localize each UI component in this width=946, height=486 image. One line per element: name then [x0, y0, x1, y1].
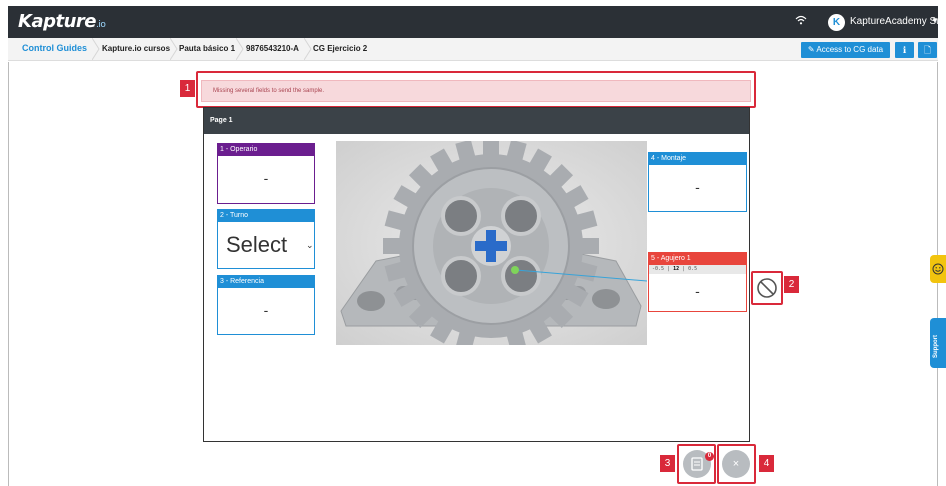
breadcrumb-cg-ejercicio[interactable]: CG Ejercicio 2 — [313, 44, 367, 53]
wifi-icon — [795, 15, 807, 28]
kapture-logo[interactable]: Kapture.io — [18, 11, 106, 32]
chevron-down-icon: ⌄ — [306, 240, 314, 250]
turno-select[interactable]: Select ⌄ — [218, 232, 314, 258]
close-button[interactable]: × — [722, 450, 750, 478]
breadcrumb-separator-icon — [235, 37, 244, 61]
field-referencia-value: - — [263, 302, 269, 318]
chevron-down-icon[interactable]: ▼ — [931, 16, 939, 25]
smile-icon — [932, 263, 944, 275]
highlight-box-1 — [196, 71, 756, 108]
support-tab[interactable]: Support — [930, 318, 946, 368]
field-operario[interactable]: 1 - Operario - — [217, 143, 315, 204]
access-cg-data-label: Access to CG data — [816, 45, 884, 54]
gear-photo — [336, 141, 647, 345]
pending-count-badge: 0 — [705, 452, 714, 461]
breadcrumb-separator-icon — [91, 37, 100, 61]
access-cg-data-button[interactable]: ✎ Access to CG data — [801, 42, 890, 58]
feedback-smile-button[interactable] — [930, 255, 946, 283]
field-turno[interactable]: 2 - Turno Select ⌄ — [217, 209, 315, 269]
field-referencia[interactable]: 3 - Referencia - — [217, 275, 315, 335]
logo-suffix: .io — [95, 20, 106, 30]
field-agujero-value: - — [695, 283, 700, 299]
top-navbar: Kapture.io K KaptureAcademy Support ▼ — [8, 6, 946, 38]
support-label: Support — [933, 335, 939, 358]
field-referencia-label: 3 - Referencia — [218, 276, 314, 288]
field-montaje-value: - — [695, 179, 700, 195]
breadcrumb-separator-icon — [169, 37, 178, 61]
tolerance-nominal: 12 — [673, 266, 680, 272]
field-montaje[interactable]: 4 - Montaje - — [648, 152, 747, 212]
breadcrumb-separator-icon — [303, 37, 312, 61]
breadcrumb-control-guides[interactable]: Control Guides — [22, 43, 87, 53]
turno-select-value: Select — [226, 232, 288, 257]
block-icon[interactable] — [756, 277, 778, 304]
breadcrumb-kapture-cursos[interactable]: Kapture.io cursos — [102, 44, 170, 53]
field-operario-label: 1 - Operario — [218, 144, 314, 156]
tolerance-low: -0.5 — [652, 266, 665, 272]
marker-4: 4 — [759, 455, 774, 472]
logo-text: Kapture — [18, 11, 96, 32]
tolerance-high: 0.5 — [688, 266, 698, 272]
user-avatar[interactable]: K — [828, 14, 845, 31]
field-agujero[interactable]: 5 - Agujero 1 -0.5 | 12 | 0.5 - — [648, 252, 747, 312]
marker-1: 1 — [180, 80, 195, 97]
marker-2: 2 — [784, 276, 799, 293]
breadcrumb-reference[interactable]: 9876543210-A — [246, 44, 299, 53]
field-operario-value: - — [263, 170, 269, 186]
frame-border-left — [8, 62, 9, 486]
tolerance-row: -0.5 | 12 | 0.5 — [649, 265, 746, 274]
marker-3: 3 — [660, 455, 675, 472]
document-button[interactable]: 🗋 — [918, 42, 937, 58]
field-turno-label: 2 - Turno — [218, 210, 314, 222]
field-montaje-label: 4 - Montaje — [649, 153, 746, 165]
field-agujero-label: 5 - Agujero 1 — [649, 253, 746, 265]
breadcrumb: Control Guides Kapture.io cursos Pauta b… — [8, 37, 938, 61]
breadcrumb-pauta[interactable]: Pauta básico 1 — [179, 44, 235, 53]
page-title: Page 1 — [204, 108, 749, 134]
info-button[interactable]: ℹ — [895, 42, 914, 58]
